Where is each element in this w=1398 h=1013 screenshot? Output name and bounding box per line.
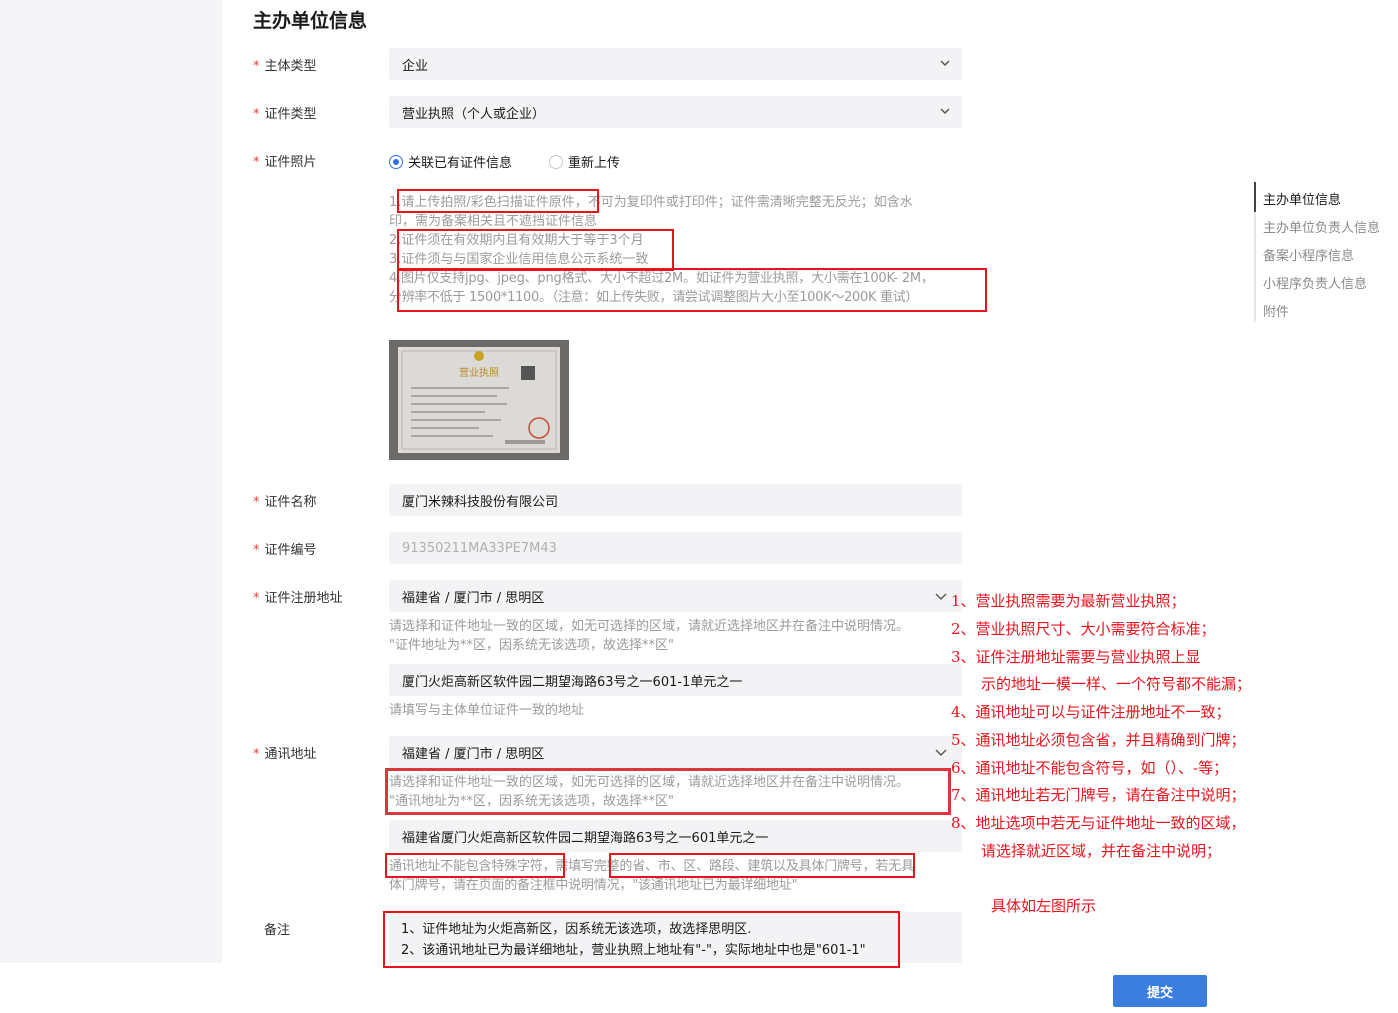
annotation-footer: 具体如左图所示 xyxy=(991,897,1097,915)
cert-name-label-text: 证件名称 xyxy=(264,495,317,510)
radio-reupload-label: 重新上传 xyxy=(568,156,621,171)
annotation-line: 7、通讯地址若无门牌号，请在备注中说明； xyxy=(951,786,1246,804)
annotation-line: 6、通讯地址不能包含符号，如（）、-等； xyxy=(951,759,1229,777)
sidebar-item-host-leader[interactable]: 主办单位负责人信息 xyxy=(1263,217,1380,236)
mail-detail-hint-line: 体门牌号，请在页面的备注框中说明情况，"该通讯地址已为最详细地址" xyxy=(389,878,798,893)
highlight-box xyxy=(397,189,599,213)
chevron-down-icon[interactable] xyxy=(935,746,947,758)
reg-detail-input[interactable]: 厦门火炬高新区软件园二期望海路63号之一601-1单元之一 xyxy=(389,664,962,696)
sidebar-panel xyxy=(1238,0,1398,963)
subject-type-label-text: 主体类型 xyxy=(264,59,317,74)
radio-link-existing-label: 关联已有证件信息 xyxy=(408,156,513,171)
radio-reupload[interactable]: 重新上传 xyxy=(549,151,620,171)
chevron-down-icon xyxy=(940,60,950,66)
annotation-line: 2、营业执照尺寸、大小需要符合标准； xyxy=(951,620,1216,638)
cert-photo-label: * 证件照片 xyxy=(253,151,317,170)
highlight-box xyxy=(397,268,987,312)
annotation-line: 请选择就近区域，并在备注中说明； xyxy=(981,842,1222,860)
license-title-text: 营业执照 xyxy=(459,366,499,379)
reg-detail-hint: 请填写与主体单位证件一致的地址 xyxy=(389,703,585,718)
mail-address-label: * 通讯地址 xyxy=(253,743,317,762)
submit-button[interactable]: 提交 xyxy=(1113,975,1207,1007)
sidebar-active-indicator xyxy=(1254,182,1256,212)
highlight-box xyxy=(385,768,951,815)
required-mark: * xyxy=(253,543,260,558)
subject-type-value: 企业 xyxy=(402,58,429,74)
cert-name-input[interactable]: 厦门米辣科技股份有限公司 xyxy=(389,484,962,516)
cert-number-input[interactable]: 91350211MA33PE7M43 xyxy=(389,532,962,564)
mail-region-value: 福建省 / 厦门市 / 思明区 xyxy=(402,746,545,762)
cert-type-label: * 证件类型 xyxy=(253,103,317,122)
license-photo[interactable]: 营业执照 xyxy=(389,340,569,460)
sidebar-track xyxy=(1254,212,1256,322)
mail-detail-input[interactable]: 福建省厦门火炬高新区软件园二期望海路63号之一601单元之一 xyxy=(389,820,962,852)
cert-type-select[interactable]: 营业执照（个人或企业） xyxy=(389,96,962,128)
subject-type-select[interactable]: 企业 xyxy=(389,48,962,80)
cert-number-value: 91350211MA33PE7M43 xyxy=(402,540,557,556)
cert-photo-label-text: 证件照片 xyxy=(264,155,317,170)
mail-address-label-text: 通讯地址 xyxy=(264,747,317,762)
required-mark: * xyxy=(253,747,260,762)
annotation-line: 3、证件注册地址需要与营业执照上显 xyxy=(951,648,1201,666)
subject-type-label: * 主体类型 xyxy=(253,55,317,74)
license-image: 营业执照 xyxy=(389,340,569,460)
highlight-box xyxy=(385,853,565,878)
annotation-line: 4、通讯地址可以与证件注册地址不一致； xyxy=(951,703,1231,721)
cert-name-value: 厦门米辣科技股份有限公司 xyxy=(402,494,559,510)
annotation-line: 1、营业执照需要为最新营业执照； xyxy=(951,592,1186,610)
sidebar-item-host-info[interactable]: 主办单位信息 xyxy=(1263,189,1341,208)
highlight-box xyxy=(383,911,900,968)
required-mark: * xyxy=(253,591,260,606)
cert-name-label: * 证件名称 xyxy=(253,491,317,510)
reg-detail-value: 厦门火炬高新区软件园二期望海路63号之一601-1单元之一 xyxy=(402,674,743,690)
sidebar-item-attachments[interactable]: 附件 xyxy=(1263,301,1289,320)
cert-number-label: * 证件编号 xyxy=(253,539,317,558)
cert-type-label-text: 证件类型 xyxy=(264,107,317,122)
chevron-down-icon xyxy=(940,108,950,114)
sidebar-item-miniprogram-leader[interactable]: 小程序负责人信息 xyxy=(1263,273,1367,292)
mail-region-select[interactable]: 福建省 / 厦门市 / 思明区 xyxy=(389,736,962,768)
annotation-line: 8、地址选项中若无与证件地址一致的区域， xyxy=(951,814,1246,832)
highlight-box xyxy=(609,853,915,878)
highlight-box xyxy=(397,229,674,271)
reg-region-hint-line: "证件地址为**区，因系统无该选项，故选择**区" xyxy=(389,638,674,653)
required-mark: * xyxy=(253,59,260,74)
required-mark: * xyxy=(253,155,260,170)
chevron-down-icon[interactable] xyxy=(935,590,947,602)
mail-detail-value: 福建省厦门火炬高新区软件园二期望海路63号之一601单元之一 xyxy=(402,830,769,846)
reg-region-hint: 请选择和证件地址一致的区域，如无可选择的区域，请就近选择地区并在备注中说明情况。… xyxy=(389,617,909,655)
required-mark: * xyxy=(253,495,260,510)
required-mark: * xyxy=(253,107,260,122)
section-title: 主办单位信息 xyxy=(253,10,368,32)
sidebar-item-miniprogram[interactable]: 备案小程序信息 xyxy=(1263,245,1354,264)
reg-region-hint-line: 请选择和证件地址一致的区域，如无可选择的区域，请就近选择地区并在备注中说明情况。 xyxy=(389,619,910,634)
cert-type-value: 营业执照（个人或企业） xyxy=(402,106,546,122)
reg-address-label-text: 证件注册地址 xyxy=(264,591,343,606)
reg-region-value: 福建省 / 厦门市 / 思明区 xyxy=(402,590,545,606)
annotation-line: 5、通讯地址必须包含省，并且精确到门牌； xyxy=(951,731,1246,749)
reg-address-label: * 证件注册地址 xyxy=(253,587,343,606)
reg-region-select[interactable]: 福建省 / 厦门市 / 思明区 xyxy=(389,580,962,612)
radio-unselected-icon xyxy=(549,154,563,169)
radio-link-existing[interactable]: 关联已有证件信息 xyxy=(389,151,512,171)
cert-number-label-text: 证件编号 xyxy=(264,543,317,558)
remark-label: 备注 xyxy=(264,923,291,938)
annotation-line: 示的地址一模一样、一个符号都不能漏； xyxy=(981,675,1252,693)
radio-selected-icon xyxy=(389,154,403,169)
